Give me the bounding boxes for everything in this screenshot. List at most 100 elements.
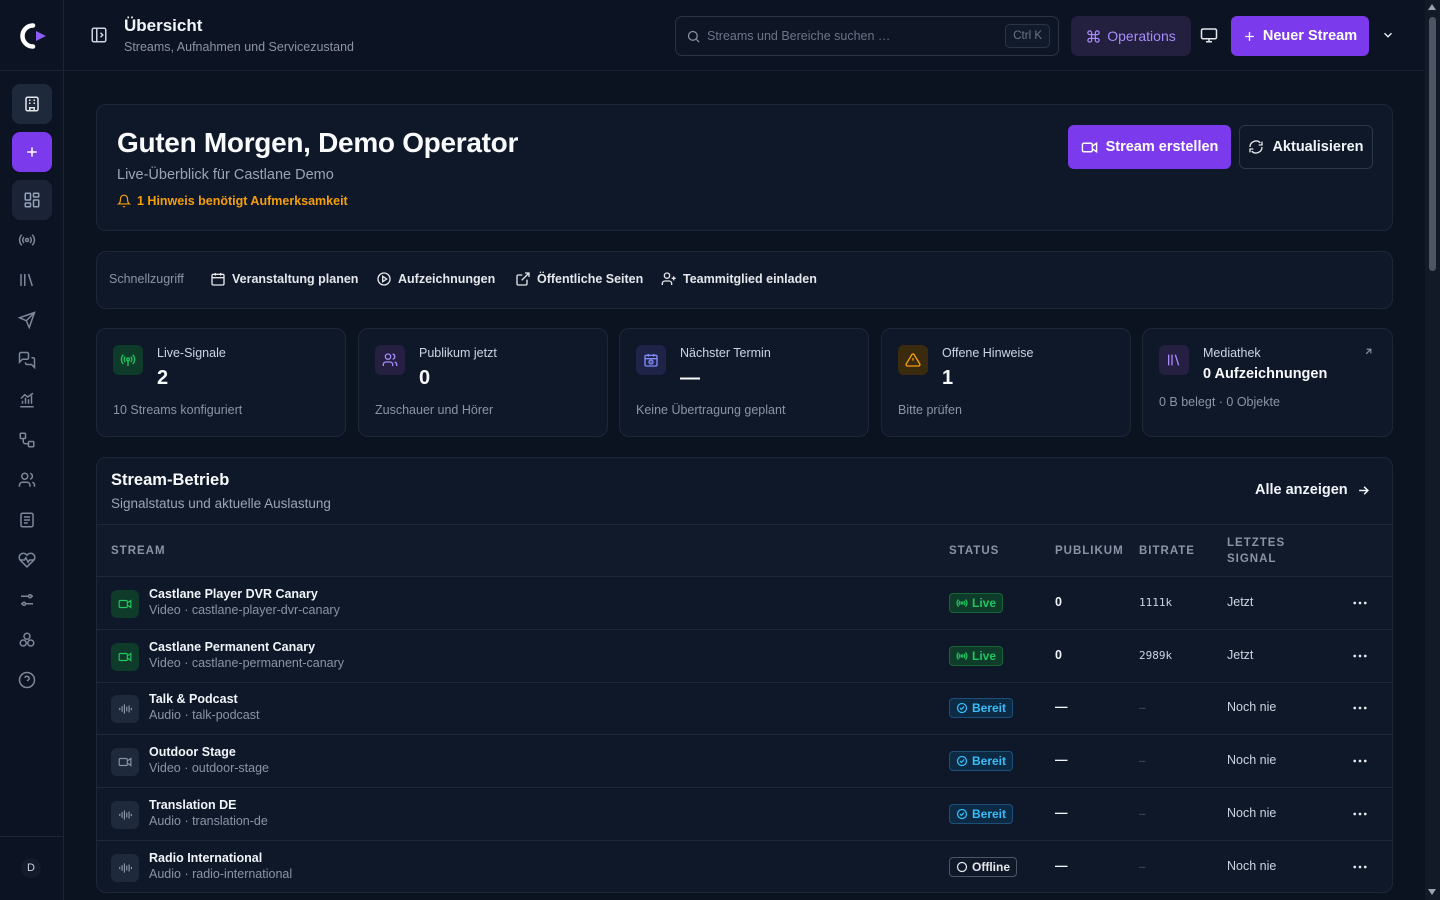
stream-name[interactable]: Translation DE xyxy=(149,798,237,812)
workspace-button[interactable] xyxy=(12,84,52,124)
stat-label: Offene Hinweise xyxy=(942,346,1034,360)
stream-name[interactable]: Outdoor Stage xyxy=(149,745,236,759)
nav-dashboard[interactable] xyxy=(12,180,52,220)
panel-toggle-button[interactable] xyxy=(90,26,108,44)
section-subtitle: Signalstatus und aktuelle Auslastung xyxy=(111,496,331,511)
row-actions-button[interactable] xyxy=(1351,647,1369,665)
row-actions-button[interactable] xyxy=(1351,805,1369,823)
nav-documents[interactable] xyxy=(17,510,37,530)
table-row[interactable]: Translation DE Audio · translation-de Bere… xyxy=(97,788,1392,841)
nav-users[interactable] xyxy=(17,470,37,490)
add-icon xyxy=(25,145,39,159)
status-label: Live xyxy=(972,596,997,610)
more-horizontal-icon xyxy=(1351,858,1369,876)
stream-type-badge xyxy=(111,853,139,882)
scroll-up-arrow[interactable] xyxy=(1428,4,1436,10)
column-header-status[interactable]: STATUS xyxy=(949,545,999,557)
status-label: Bereit xyxy=(972,754,1007,769)
monitor-icon xyxy=(1200,26,1218,44)
row-actions-button[interactable] xyxy=(1351,594,1369,612)
table-row[interactable]: Talk & Podcast Audio · talk-podcast Bereit… xyxy=(97,682,1392,736)
audience-count: 0 xyxy=(1055,595,1062,609)
stream-meta: Audio · translation-de xyxy=(149,813,268,828)
stat-open-notices[interactable]: Offene Hinweise 1 Bitte prüfen xyxy=(881,328,1131,437)
nav-help[interactable] xyxy=(17,670,37,690)
column-header-stream[interactable]: STREAM xyxy=(111,545,166,557)
stream-name[interactable]: Castlane Player DVR Canary xyxy=(149,587,318,601)
stat-audience-now[interactable]: Publikum jetzt 0 Zuschauer und Hörer xyxy=(358,328,608,437)
create-stream-button[interactable]: Stream erstellen xyxy=(1068,125,1231,169)
more-horizontal-icon xyxy=(1351,594,1369,612)
video-camera-icon xyxy=(1081,139,1098,156)
castlane-logo[interactable] xyxy=(16,22,48,50)
view-all-link[interactable]: Alle anzeigen xyxy=(1255,482,1371,498)
stat-live-signals[interactable]: Live-Signale 2 10 Streams konfiguriert xyxy=(96,328,346,437)
stat-media-library[interactable]: Mediathek 0 Aufzeichnungen 0 B belegt · … xyxy=(1142,328,1393,437)
analytics-icon xyxy=(18,391,36,409)
users-icon xyxy=(18,471,36,489)
quick-plan-event[interactable]: Veranstaltung planen xyxy=(210,271,358,287)
nav-send[interactable] xyxy=(17,310,37,330)
nav-library[interactable] xyxy=(17,270,37,290)
app-root: D Übersicht Streams, Aufnahmen und Servi… xyxy=(0,0,1440,900)
table-row[interactable]: Outdoor Stage Video · outdoor-stage Bereit… xyxy=(97,735,1392,789)
nav-broadcast[interactable] xyxy=(17,230,37,250)
last-signal: Noch nie xyxy=(1227,700,1277,715)
stream-name[interactable]: Castlane Permanent Canary xyxy=(149,640,315,654)
quick-invite-member[interactable]: Teammitglied einladen xyxy=(661,271,817,287)
scroll-thumb[interactable] xyxy=(1429,17,1436,271)
row-actions-button[interactable] xyxy=(1351,858,1369,876)
column-header-last-signal-line2[interactable]: SIGNAL xyxy=(1227,553,1276,565)
section-title: Stream-Betrieb xyxy=(111,471,230,489)
health-icon xyxy=(18,551,36,569)
stream-type-badge xyxy=(111,590,139,618)
column-header-audience[interactable]: PUBLIKUM xyxy=(1055,545,1124,557)
status-label: Bereit xyxy=(972,701,1007,716)
search-input[interactable]: Streams und Bereiche suchen … Ctrl K xyxy=(675,16,1059,56)
column-header-bitrate[interactable]: BITRATE xyxy=(1139,545,1195,557)
stream-name[interactable]: Radio International xyxy=(149,851,262,865)
stream-name[interactable]: Talk & Podcast xyxy=(149,692,238,706)
row-actions-button[interactable] xyxy=(1351,752,1369,770)
nav-health[interactable] xyxy=(17,550,37,570)
row-actions-button[interactable] xyxy=(1351,699,1369,717)
stat-next-event[interactable]: Nächster Termin — Keine Übertragung gepl… xyxy=(619,328,869,437)
more-horizontal-icon xyxy=(1351,752,1369,770)
sidebar-toggle-icon xyxy=(90,26,108,44)
broadcast-icon xyxy=(956,597,968,609)
stream-meta: Audio · talk-podcast xyxy=(149,708,260,723)
scroll-down-arrow[interactable] xyxy=(1428,889,1436,895)
circle-icon xyxy=(956,861,968,873)
avatar[interactable]: D xyxy=(21,858,41,878)
bitrate-value: – xyxy=(1139,806,1146,820)
scrollbar[interactable] xyxy=(1425,0,1440,900)
external-link-icon xyxy=(515,271,531,287)
library-icon xyxy=(1166,352,1182,368)
nav-chat[interactable] xyxy=(17,350,37,370)
table-row[interactable]: Castlane Player DVR Canary Video · castla… xyxy=(97,577,1392,630)
arrow-up-right-icon[interactable] xyxy=(1363,346,1374,357)
column-header-last-signal-line1[interactable]: LETZTES xyxy=(1227,537,1285,549)
refresh-button[interactable]: Aktualisieren xyxy=(1239,125,1373,169)
search-shortcut: Ctrl K xyxy=(1005,24,1050,48)
attention-alert[interactable]: 1 Hinweis benötigt Aufmerksamkeit xyxy=(117,194,348,208)
stream-type-badge xyxy=(111,642,139,671)
table-row[interactable]: Castlane Permanent Canary Video · castlan… xyxy=(97,630,1392,683)
nav-settings[interactable] xyxy=(17,590,37,610)
topbar: Übersicht Streams, Aufnahmen und Service… xyxy=(64,0,1425,71)
new-stream-button[interactable]: Neuer Stream xyxy=(1231,16,1369,56)
operations-button[interactable]: Operations xyxy=(1071,16,1191,56)
display-button[interactable] xyxy=(1200,26,1218,44)
quick-public-pages[interactable]: Öffentliche Seiten xyxy=(515,271,643,287)
account-menu-button[interactable] xyxy=(1381,28,1395,42)
stream-meta: Audio · radio-international xyxy=(149,866,293,881)
stat-footnote: Zuschauer und Hörer xyxy=(375,403,494,417)
table-row[interactable]: Radio International Audio · radio-interna… xyxy=(97,841,1392,893)
nav-integrations[interactable] xyxy=(17,630,37,650)
quick-recordings[interactable]: Aufzeichnungen xyxy=(376,271,495,287)
nav-workflow[interactable] xyxy=(17,430,37,450)
help-icon xyxy=(18,671,36,689)
audio-waveform-icon xyxy=(118,861,132,875)
add-button[interactable] xyxy=(12,132,52,172)
nav-analytics[interactable] xyxy=(17,390,37,410)
